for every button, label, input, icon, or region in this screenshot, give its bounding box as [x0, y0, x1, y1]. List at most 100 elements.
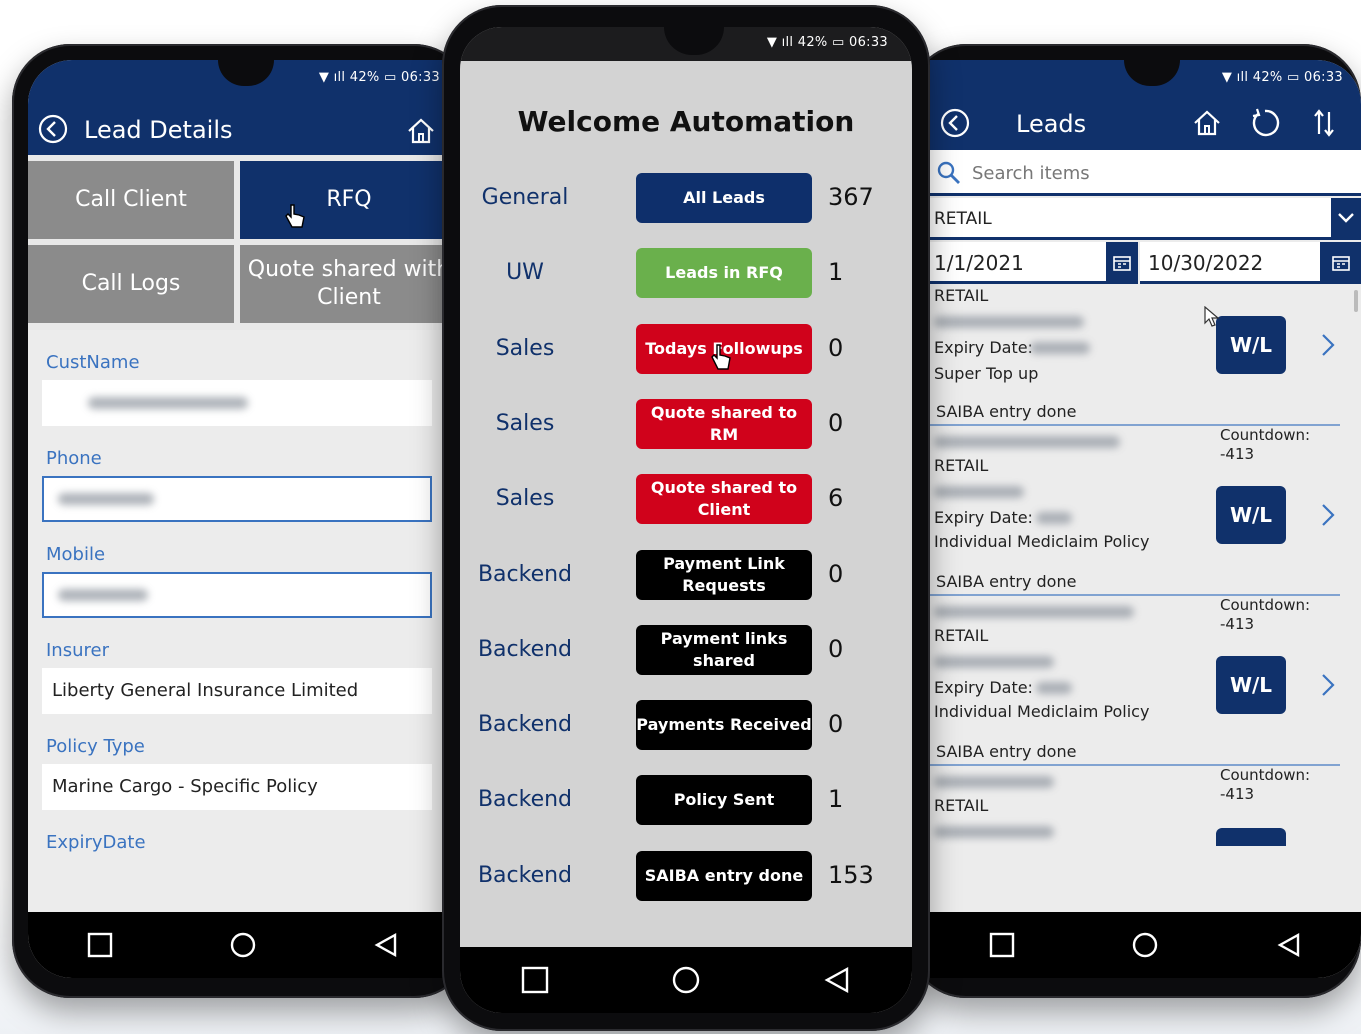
card-countdown: Countdown: -413	[1220, 766, 1310, 804]
dashboard-screen: ▼ ıll 42% ▭ 06:33 Welcome Automation Gen…	[460, 27, 912, 1013]
dashboard-button[interactable]: Quote shared to RM	[636, 398, 812, 449]
dashboard-button[interactable]: SAIBA entry done	[636, 850, 812, 901]
circle-nav-icon[interactable]	[666, 960, 706, 1000]
list-item[interactable]: Countdown: -413 RETAIL Expiry Date: Indi…	[930, 596, 1340, 766]
row-team-label: General	[481, 185, 569, 210]
dashboard-button[interactable]: Leads in RFQ	[636, 248, 812, 299]
countdown-label: Countdown:	[1220, 766, 1311, 784]
card-status: SAIBA entry done	[936, 402, 1077, 421]
insurer-value: Liberty General Insurance Limited	[52, 680, 359, 701]
list-item[interactable]: Countdown: -413 RETAIL Expiry Date: Indi…	[930, 426, 1340, 596]
custname-field[interactable]	[42, 380, 432, 426]
clock: 06:33	[1304, 70, 1343, 85]
search-bar[interactable]: Search items	[930, 150, 1361, 196]
status-bar: ▼ ıll 42% ▭ 06:33	[319, 70, 440, 85]
date-to-field[interactable]: 10/30/2022	[1140, 242, 1320, 284]
leads-header: ▼ ıll 42% ▭ 06:33 Leads	[930, 60, 1361, 150]
refresh-icon[interactable]	[1248, 106, 1282, 140]
list-item[interactable]: Countdown: -413 RETAIL	[930, 766, 1340, 846]
row-count: 0	[828, 710, 844, 739]
phone-field[interactable]	[42, 476, 432, 522]
policy-type-label: Policy Type	[46, 736, 145, 757]
calendar-icon[interactable]	[1320, 242, 1361, 284]
redacted-value	[1036, 682, 1072, 694]
square-nav-icon[interactable]	[515, 960, 555, 1000]
dashboard-button[interactable]: Quote shared to Client	[636, 474, 812, 525]
battery-icon: ▭	[384, 70, 397, 85]
battery-percent: 42%	[797, 35, 828, 50]
android-nav-bar	[930, 912, 1361, 978]
lead-form: CustName Phone Mobile Insurer Liberty Ge…	[28, 330, 458, 930]
card-status: SAIBA entry done	[936, 572, 1077, 591]
chevron-down-icon[interactable]	[1331, 198, 1361, 237]
sort-icon[interactable]	[1312, 108, 1336, 138]
circle-nav-icon[interactable]	[223, 925, 263, 965]
wl-badge[interactable]: W/L	[1216, 656, 1286, 714]
row-team-label: Backend	[477, 712, 573, 738]
triangle-back-nav-icon[interactable]	[366, 925, 406, 965]
card-product: Individual Mediclaim Policy	[934, 702, 1150, 721]
scrollbar[interactable]	[1354, 290, 1358, 312]
redacted-value	[934, 436, 1120, 448]
back-icon[interactable]	[38, 114, 68, 144]
wl-badge[interactable]	[1216, 828, 1286, 846]
custname-label: CustName	[46, 352, 140, 373]
wl-badge[interactable]: W/L	[1216, 316, 1286, 374]
row-team-label: Backend	[477, 561, 573, 587]
circle-nav-icon[interactable]	[1125, 925, 1165, 965]
mobile-field[interactable]	[42, 572, 432, 618]
chevron-right-icon[interactable]	[1320, 502, 1336, 533]
card-segment: RETAIL	[934, 626, 989, 645]
segment-value: RETAIL	[934, 209, 992, 229]
search-input[interactable]: Search items	[972, 163, 1090, 184]
dashboard-button[interactable]: Policy Sent	[636, 775, 812, 826]
date-to-value: 10/30/2022	[1148, 251, 1264, 275]
wl-badge[interactable]: W/L	[1216, 486, 1286, 544]
card-countdown: Countdown: -413	[1220, 426, 1310, 464]
redacted-value	[934, 486, 1024, 498]
row-team-label: UW	[506, 260, 544, 286]
camera-notch	[218, 60, 274, 86]
search-icon	[936, 160, 962, 191]
tab-rfq[interactable]: RFQ	[240, 161, 458, 239]
dashboard-button[interactable]: Payment links shared	[636, 624, 812, 675]
page-title: Leads	[1016, 110, 1087, 138]
insurer-label: Insurer	[46, 640, 109, 661]
android-nav-bar	[460, 947, 912, 1013]
card-countdown: Countdown: -413	[1220, 596, 1310, 634]
insurer-field[interactable]: Liberty General Insurance Limited	[42, 668, 432, 714]
policy-type-field[interactable]: Marine Cargo - Specific Policy	[42, 764, 432, 810]
triangle-back-nav-icon[interactable]	[817, 960, 857, 1000]
chevron-right-icon[interactable]	[1320, 672, 1336, 703]
row-count: 0	[828, 634, 844, 663]
row-team-label: Backend	[477, 862, 573, 888]
tab-quote-shared-with-client[interactable]: Quote shared with Client	[240, 245, 458, 323]
dashboard-button[interactable]: Payment Link Requests	[636, 549, 812, 600]
triangle-back-nav-icon[interactable]	[1269, 925, 1309, 965]
battery-icon: ▭	[832, 35, 845, 50]
policy-type-value: Marine Cargo - Specific Policy	[52, 776, 318, 797]
square-nav-icon[interactable]	[982, 925, 1022, 965]
card-status: SAIBA entry done	[936, 742, 1077, 761]
card-product: Super Top up	[934, 364, 1039, 383]
tab-call-client[interactable]: Call Client	[28, 161, 234, 239]
leads-screen: ▼ ıll 42% ▭ 06:33 Leads Search items RET…	[930, 60, 1361, 978]
redacted-value	[88, 397, 248, 409]
mobile-label: Mobile	[46, 544, 106, 565]
square-nav-icon[interactable]	[80, 925, 120, 965]
home-icon[interactable]	[406, 116, 436, 146]
tab-call-logs[interactable]: Call Logs	[28, 245, 234, 323]
wifi-icon: ▼	[1221, 70, 1233, 85]
chevron-right-icon[interactable]	[1320, 332, 1336, 363]
home-icon[interactable]	[1192, 108, 1222, 138]
dashboard-button[interactable]: All Leads	[636, 173, 812, 223]
redacted-value	[58, 493, 154, 505]
segment-dropdown[interactable]: RETAIL	[930, 198, 1361, 240]
calendar-icon[interactable]	[1106, 242, 1138, 284]
card-expiry-label: Expiry Date:	[934, 338, 1033, 357]
back-icon[interactable]	[940, 108, 970, 138]
dashboard-button[interactable]: Payments Received	[636, 700, 812, 751]
redacted-value	[58, 589, 148, 601]
clock: 06:33	[849, 35, 888, 50]
countdown-label: Countdown:	[1220, 426, 1311, 444]
